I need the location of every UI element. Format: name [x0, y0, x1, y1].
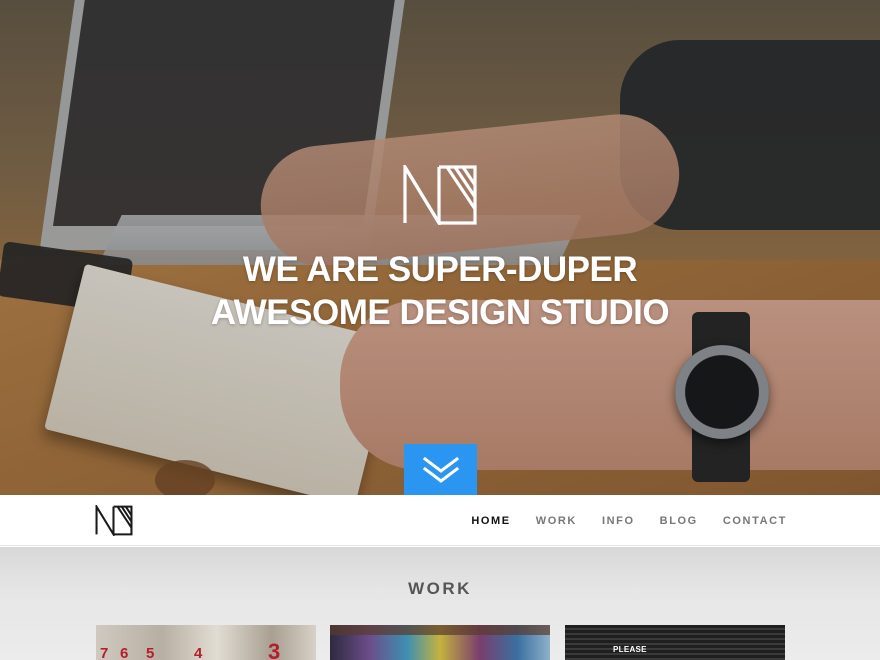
- nav-item-info[interactable]: INFO: [602, 515, 635, 527]
- double-chevron-down-icon: [422, 456, 459, 483]
- thumb-number: 7: [100, 645, 109, 660]
- nav-item-home[interactable]: HOME: [471, 515, 510, 527]
- thumb-window-strip: [330, 625, 550, 635]
- work-section: WORK 7 6 5 4 3 PLEASE: [0, 547, 880, 660]
- nav-menu: HOME WORK INFO BLOG CONTACT: [446, 495, 787, 546]
- work-thumbnail-numbered-pillars[interactable]: 7 6 5 4 3: [96, 625, 316, 660]
- work-thumbnail-please-sign[interactable]: PLEASE: [565, 625, 785, 660]
- hero-headline-line2: AWESOME DESIGN STUDIO: [210, 293, 670, 332]
- work-thumbnail-graffiti-wall[interactable]: [330, 625, 550, 660]
- studio-monogram-logo: [403, 165, 477, 225]
- work-section-title: WORK: [408, 579, 472, 598]
- thumb-number: 3: [268, 639, 281, 660]
- hero-section: WE ARE SUPER-DUPER AWESOME DESIGN STUDIO: [0, 0, 880, 495]
- thumb-number: 5: [146, 645, 155, 660]
- nav-item-contact[interactable]: CONTACT: [723, 515, 787, 527]
- nav-logo[interactable]: [95, 505, 133, 536]
- hero-headline-line1: WE ARE SUPER-DUPER: [242, 250, 638, 289]
- scroll-down-button[interactable]: [404, 444, 477, 495]
- main-navbar: HOME WORK INFO BLOG CONTACT: [0, 495, 880, 546]
- hero-headline: WE ARE SUPER-DUPER AWESOME DESIGN STUDIO: [0, 248, 880, 334]
- thumb-sign-text: PLEASE: [613, 645, 647, 654]
- thumb-number: 6: [120, 645, 129, 660]
- nav-item-blog[interactable]: BLOG: [660, 515, 698, 527]
- nav-item-work[interactable]: WORK: [536, 515, 577, 527]
- thumb-number: 4: [194, 645, 203, 660]
